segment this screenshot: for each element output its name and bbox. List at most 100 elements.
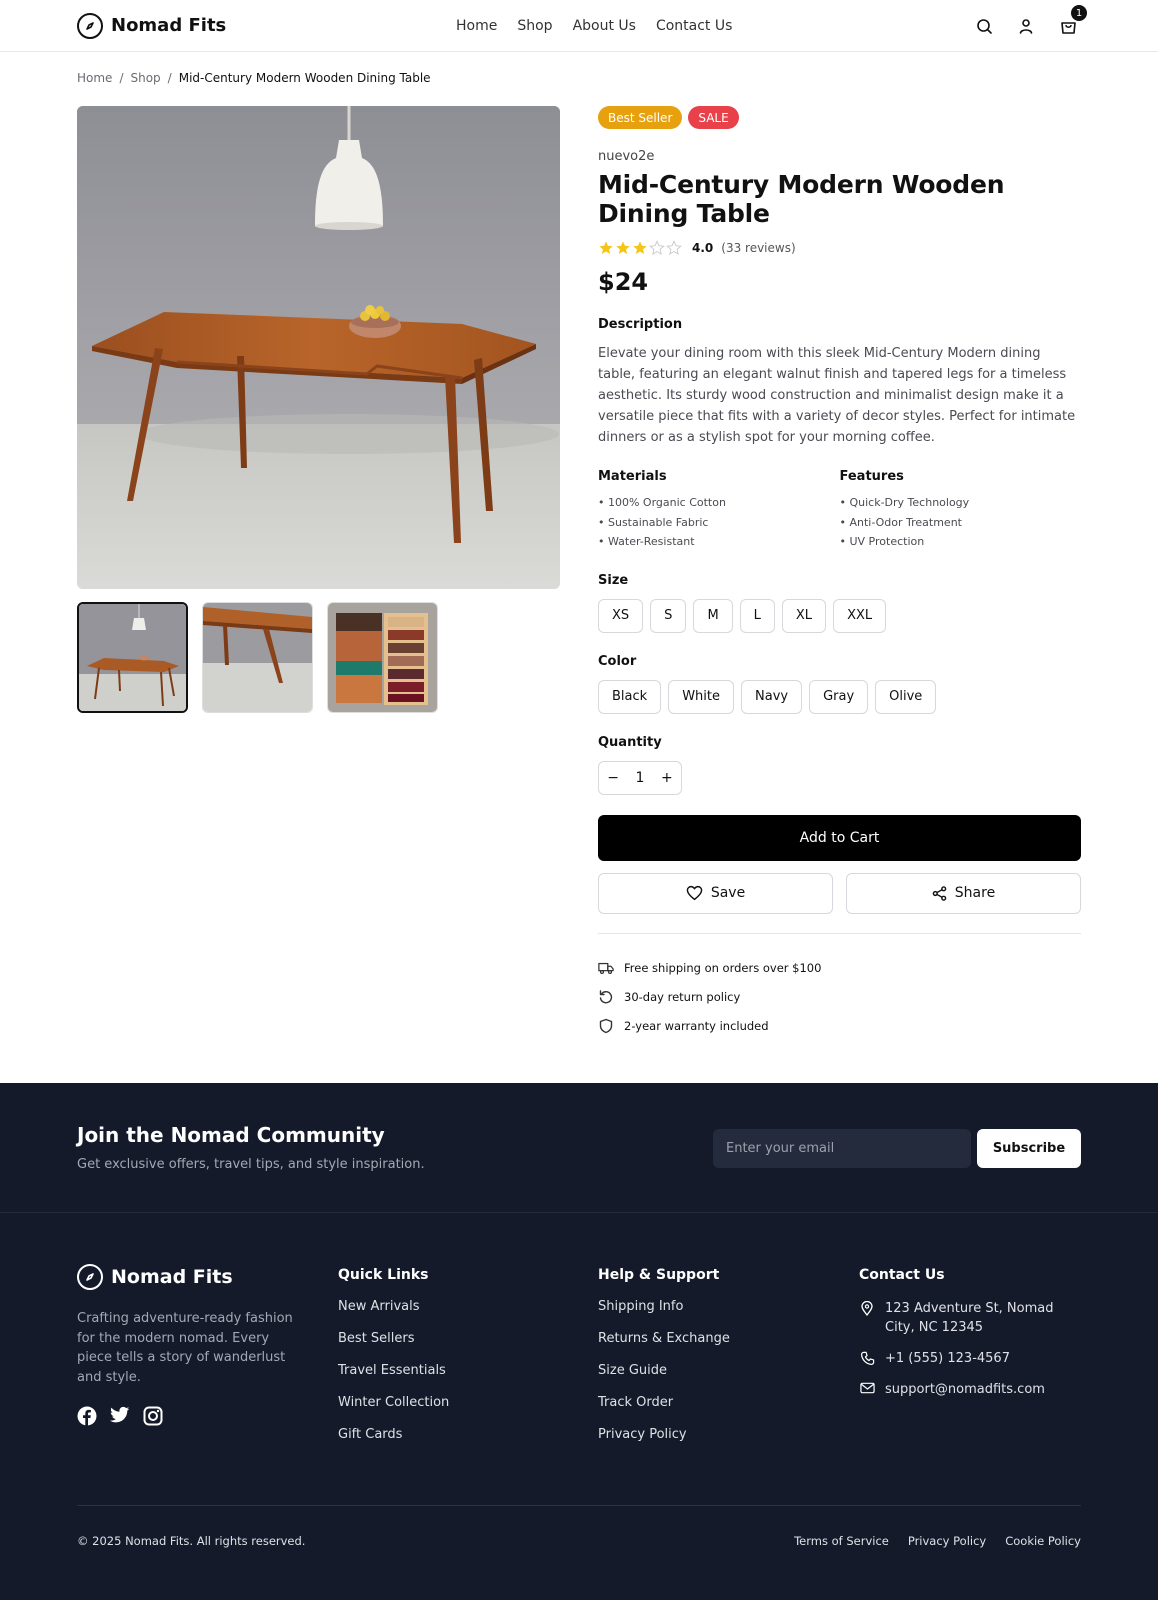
size-options: XS S M L XL XXL (598, 598, 1081, 633)
thumbnail-1[interactable] (77, 602, 188, 713)
features-heading: Features (839, 469, 904, 484)
quantity-increase-button[interactable]: + (661, 770, 673, 786)
footer-link-travel-essentials[interactable]: Travel Essentials (338, 1363, 449, 1395)
contact-email: support@nomadfits.com (859, 1380, 1081, 1399)
nav-shop[interactable]: Shop (517, 18, 552, 34)
cart-count-badge: 1 (1071, 5, 1087, 21)
product-info: Best Seller SALE nuevo2e Mid-Century Mod… (598, 106, 1081, 1041)
truck-icon (598, 962, 614, 975)
privacy-policy-link[interactable]: Privacy Policy (908, 1534, 986, 1548)
size-option-xs[interactable]: XS (598, 598, 644, 633)
perk-warranty-text: 2-year warranty included (624, 1019, 769, 1033)
size-option-xl[interactable]: XL (781, 598, 827, 633)
contact-phone-text[interactable]: +1 (555) 123-4567 (885, 1349, 1010, 1368)
quantity-decrease-button[interactable]: − (607, 770, 619, 786)
materials-heading: Materials (598, 469, 667, 484)
star-empty-icon (649, 240, 665, 255)
footer-link-privacy[interactable]: Privacy Policy (598, 1427, 730, 1459)
brand-name: Nomad Fits (111, 15, 227, 36)
newsletter-subtitle: Get exclusive offers, travel tips, and s… (77, 1157, 425, 1172)
quick-links-column: Quick Links New Arrivals Best Sellers Tr… (338, 1267, 449, 1459)
footer-link-shipping-info[interactable]: Shipping Info (598, 1299, 730, 1331)
color-option-olive[interactable]: Olive (875, 679, 937, 714)
contact-address-text: 123 Adventure St, Nomad City, NC 12345 (885, 1301, 1054, 1335)
size-option-l[interactable]: L (739, 598, 775, 633)
thumbnail-strip (77, 602, 438, 713)
material-item: • 100% Organic Cotton (598, 496, 726, 509)
contact-column: Contact Us 123 Adventure St, Nomad City,… (859, 1267, 1081, 1411)
color-option-navy[interactable]: Navy (741, 679, 803, 714)
main-nav: Home Shop About Us Contact Us (456, 0, 732, 52)
compass-icon (77, 12, 103, 39)
logo[interactable]: Nomad Fits (77, 12, 227, 39)
contact-address: 123 Adventure St, Nomad City, NC 12345 (859, 1299, 1081, 1337)
perks-list: Free shipping on orders over $100 30-day… (598, 954, 1081, 1041)
best-seller-badge: Best Seller (598, 106, 683, 129)
nav-home[interactable]: Home (456, 18, 497, 34)
product-specs: Materials • 100% Organic Cotton • Sustai… (598, 469, 1081, 552)
features-column: Features • Quick-Dry Technology • Anti-O… (840, 469, 1082, 552)
perk-shipping: Free shipping on orders over $100 (598, 954, 1081, 983)
facebook-icon[interactable] (77, 1406, 97, 1430)
footer-logo[interactable]: Nomad Fits (77, 1264, 233, 1290)
user-icon[interactable] (1016, 16, 1036, 36)
star-empty-icon (666, 240, 682, 255)
product-main-image[interactable] (77, 106, 560, 589)
contact-email-text[interactable]: support@nomadfits.com (885, 1380, 1045, 1399)
breadcrumb-home[interactable]: Home (77, 71, 112, 85)
terms-link[interactable]: Terms of Service (794, 1534, 889, 1548)
social-links (77, 1406, 163, 1430)
cart-icon[interactable]: 1 (1058, 5, 1087, 36)
phone-icon (859, 1349, 875, 1368)
email-input[interactable] (713, 1129, 971, 1168)
color-option-black[interactable]: Black (598, 679, 662, 714)
shield-icon (599, 1018, 613, 1034)
color-options: Black White Navy Gray Olive (598, 679, 1081, 714)
legal-links: Terms of Service Privacy Policy Cookie P… (794, 1534, 1081, 1548)
footer-link-winter-collection[interactable]: Winter Collection (338, 1395, 449, 1427)
nav-about[interactable]: About Us (573, 18, 636, 34)
perk-shipping-text: Free shipping on orders over $100 (624, 961, 822, 975)
breadcrumb-shop[interactable]: Shop (130, 71, 160, 85)
cookie-policy-link[interactable]: Cookie Policy (1005, 1534, 1081, 1548)
size-option-s[interactable]: S (650, 598, 687, 633)
add-to-cart-button[interactable]: Add to Cart (598, 814, 1081, 861)
newsletter-title: Join the Nomad Community (77, 1123, 385, 1147)
color-option-white[interactable]: White (668, 679, 734, 714)
share-button[interactable]: Share (846, 872, 1081, 914)
review-count[interactable]: (33 reviews) (721, 241, 795, 255)
quantity-value[interactable]: 1 (636, 770, 645, 786)
feature-item: • Quick-Dry Technology (839, 496, 970, 509)
star-filled-icon (633, 241, 647, 254)
color-option-gray[interactable]: Gray (809, 679, 869, 714)
product-vendor: nuevo2e (598, 149, 655, 164)
footer-link-new-arrivals[interactable]: New Arrivals (338, 1299, 449, 1331)
footer-link-track-order[interactable]: Track Order (598, 1395, 730, 1427)
thumbnail-2[interactable] (202, 602, 313, 713)
footer-link-returns[interactable]: Returns & Exchange (598, 1331, 730, 1363)
search-icon[interactable] (974, 16, 994, 36)
subscribe-button[interactable]: Subscribe (977, 1129, 1081, 1168)
size-option-xxl[interactable]: XXL (833, 598, 887, 633)
quantity-stepper: − 1 + (598, 760, 682, 795)
materials-column: Materials • 100% Organic Cotton • Sustai… (598, 469, 840, 552)
save-button[interactable]: Save (598, 872, 833, 914)
instagram-icon[interactable] (143, 1406, 163, 1430)
footer-divider (77, 1505, 1081, 1506)
sale-badge: SALE (688, 106, 739, 129)
size-heading: Size (598, 572, 629, 588)
quick-links-heading: Quick Links (338, 1267, 429, 1283)
footer-link-best-sellers[interactable]: Best Sellers (338, 1331, 449, 1363)
compass-icon (77, 1264, 103, 1290)
help-heading: Help & Support (598, 1267, 720, 1283)
footer-link-size-guide[interactable]: Size Guide (598, 1363, 730, 1395)
size-option-m[interactable]: M (693, 598, 733, 633)
nav-contact[interactable]: Contact Us (656, 18, 732, 34)
breadcrumb-separator: / (119, 71, 124, 85)
contact-phone: +1 (555) 123-4567 (859, 1349, 1081, 1368)
copyright: © 2025 Nomad Fits. All rights reserved. (77, 1534, 306, 1548)
breadcrumb-current: Mid-Century Modern Wooden Dining Table (178, 71, 431, 85)
thumbnail-3[interactable] (327, 602, 438, 713)
twitter-icon[interactable] (110, 1406, 130, 1430)
footer-link-gift-cards[interactable]: Gift Cards (338, 1427, 449, 1459)
